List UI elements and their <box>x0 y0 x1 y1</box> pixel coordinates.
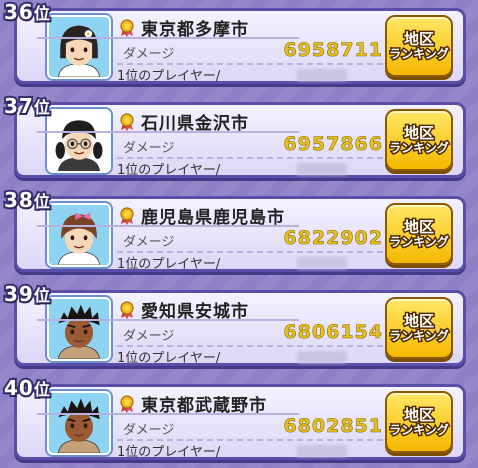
rank-suffix: 位 <box>32 2 52 25</box>
rank-number: 38位 <box>2 186 52 214</box>
damage-value: 6958711 <box>283 39 383 62</box>
medal-icon <box>120 395 134 413</box>
top-player-label: 1位のプレイヤー/ <box>117 163 221 178</box>
damage-label: ダメージ <box>123 47 175 62</box>
medal-icon <box>120 19 134 37</box>
rank-suffix: 位 <box>32 190 52 213</box>
region-ranking-button[interactable]: 地区 ランキング <box>385 297 453 359</box>
ranking-row-36: 36位 東京都多摩市 ダメージ 6958711 1位のプレイヤー/ 地区 ランキ… <box>2 0 472 86</box>
player-avatar-boy-spiky-tan <box>47 391 111 455</box>
damage-value: 6802851 <box>283 415 383 438</box>
city-divider <box>37 37 299 39</box>
region-ranking-button-line1: 地区 <box>402 406 435 425</box>
region-ranking-button-line1: 地区 <box>402 124 435 143</box>
medal-icon <box>120 113 134 131</box>
rank-suffix: 位 <box>32 96 52 119</box>
medal-icon <box>120 207 134 225</box>
ranking-row-39: 39位 愛知県安城市 ダメージ 6806154 1位のプレイヤー/ 地区 ランキ… <box>2 280 472 368</box>
rank-number: 40位 <box>2 374 52 402</box>
city-divider <box>37 225 299 227</box>
region-ranking-button-line2: ランキング <box>388 45 451 61</box>
top-player-label: 1位のプレイヤー/ <box>117 445 221 460</box>
player-avatar-girl-brown-bow <box>47 203 111 267</box>
top-player-name-redacted <box>297 163 347 175</box>
top-player-label: 1位のプレイヤー/ <box>117 69 221 84</box>
rank-number: 37位 <box>2 92 52 120</box>
region-ranking-button-line1: 地区 <box>402 218 435 237</box>
damage-label: ダメージ <box>123 235 175 250</box>
city-divider <box>37 131 299 133</box>
city-divider <box>37 413 299 415</box>
ranking-card: 東京都多摩市 ダメージ 6958711 1位のプレイヤー/ 地区 ランキング <box>14 8 466 84</box>
region-ranking-button[interactable]: 地区 ランキング <box>385 391 453 453</box>
region-ranking-button[interactable]: 地区 ランキング <box>385 15 453 77</box>
region-ranking-button[interactable]: 地区 ランキング <box>385 203 453 265</box>
player-avatar-girl-glasses-pigtails <box>47 109 111 173</box>
ranking-row-38: 38位 鹿児島県鹿児島市 ダメージ 6822902 1位のプレイヤー/ 地区 ラ… <box>2 186 472 274</box>
damage-value: 6822902 <box>283 227 383 250</box>
city-divider <box>37 319 299 321</box>
rank-suffix: 位 <box>32 378 52 401</box>
rank-value: 40 <box>2 374 35 402</box>
rank-suffix: 位 <box>32 284 52 307</box>
region-ranking-button-line2: ランキング <box>388 139 451 155</box>
player-avatar-boy-spiky-tan <box>47 297 111 361</box>
medal-icon <box>120 301 134 319</box>
rank-number: 39位 <box>2 280 52 308</box>
top-player-name-redacted <box>297 445 347 457</box>
damage-value: 6806154 <box>283 321 383 344</box>
damage-label: ダメージ <box>123 141 175 156</box>
rank-number: 36位 <box>2 0 52 26</box>
damage-value: 6957866 <box>283 133 383 156</box>
player-avatar-girl-bob-flower <box>47 15 111 79</box>
region-ranking-button-line1: 地区 <box>402 30 435 49</box>
region-ranking-button-line2: ランキング <box>388 421 451 437</box>
rank-value: 36 <box>2 0 35 26</box>
top-player-name-redacted <box>297 257 347 269</box>
rank-value: 37 <box>2 92 35 120</box>
ranking-row-40: 40位 東京都武蔵野市 ダメージ 6802851 1位のプレイヤー/ 地区 ラン… <box>2 374 472 462</box>
region-ranking-button-line2: ランキング <box>388 327 451 343</box>
region-ranking-button-line2: ランキング <box>388 233 451 249</box>
top-player-name-redacted <box>297 69 347 81</box>
top-player-label: 1位のプレイヤー/ <box>117 257 221 272</box>
ranking-card: 愛知県安城市 ダメージ 6806154 1位のプレイヤー/ 地区 ランキング <box>14 290 466 366</box>
damage-label: ダメージ <box>123 329 175 344</box>
ranking-card: 東京都武蔵野市 ダメージ 6802851 1位のプレイヤー/ 地区 ランキング <box>14 384 466 460</box>
region-ranking-button[interactable]: 地区 ランキング <box>385 109 453 171</box>
rank-value: 38 <box>2 186 35 214</box>
ranking-card: 石川県金沢市 ダメージ 6957866 1位のプレイヤー/ 地区 ランキング <box>14 102 466 178</box>
ranking-row-37: 37位 石川県金沢市 ダメージ 6957866 1位のプレイヤー/ 地区 ランキ… <box>2 92 472 180</box>
top-player-name-redacted <box>297 351 347 363</box>
damage-label: ダメージ <box>123 423 175 438</box>
ranking-card: 鹿児島県鹿児島市 ダメージ 6822902 1位のプレイヤー/ 地区 ランキング <box>14 196 466 272</box>
region-ranking-button-line1: 地区 <box>402 312 435 331</box>
top-player-label: 1位のプレイヤー/ <box>117 351 221 366</box>
rank-value: 39 <box>2 280 35 308</box>
